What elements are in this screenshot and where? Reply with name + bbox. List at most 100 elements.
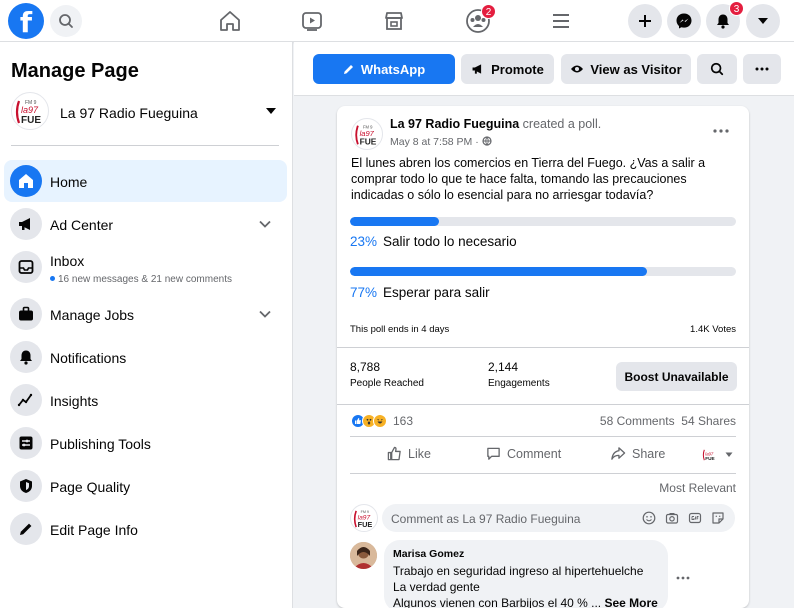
- pencil-icon: [10, 513, 42, 545]
- sidebar-item-publishing-tools[interactable]: Publishing Tools: [4, 422, 287, 464]
- post-header: La 97 Radio Fueguina created a poll.: [390, 117, 601, 131]
- insights-icon: [10, 384, 42, 416]
- divider: [337, 404, 749, 405]
- la97-logo: la97 FUE: [702, 449, 715, 462]
- sidebar-item-label: Ad Center: [50, 217, 114, 233]
- poll-votes[interactable]: 1.4K Votes: [690, 324, 736, 335]
- people-reached-count: 8,788: [350, 360, 381, 374]
- notifications-button[interactable]: 3: [706, 1, 744, 38]
- sidebar-item-ad-center[interactable]: Ad Center: [4, 203, 287, 245]
- search-icon: [710, 62, 724, 76]
- messenger-button[interactable]: [667, 4, 701, 38]
- comment-input-tools: [642, 511, 725, 525]
- sidebar-item-manage-jobs[interactable]: Manage Jobs: [4, 293, 287, 335]
- page-switcher-caret[interactable]: [266, 108, 276, 114]
- engagements-count: 2,144: [488, 360, 519, 374]
- commenter-name[interactable]: Marisa Gomez: [393, 548, 464, 560]
- sidebar-item-label: Publishing Tools: [50, 436, 151, 452]
- sidebar-item-home[interactable]: Home: [4, 160, 287, 202]
- comment-sort-selector[interactable]: Most Relevant: [659, 481, 736, 495]
- sidebar-item-label: Notifications: [50, 350, 127, 366]
- poll-option-1[interactable]: 23% Salir todo lo necesario: [350, 234, 517, 249]
- search-button[interactable]: [50, 5, 82, 37]
- whatsapp-button[interactable]: WhatsApp: [313, 54, 455, 84]
- camera-icon[interactable]: [665, 511, 679, 525]
- comment-text-line: Algunos vienen con Barbijos el 40 % ... …: [393, 596, 658, 608]
- svg-text:la97: la97: [705, 451, 714, 456]
- comment-button[interactable]: Comment: [486, 446, 561, 461]
- commenter-avatar[interactable]: [350, 542, 377, 569]
- sidebar-item-label: Home: [50, 174, 88, 190]
- view-as-visitor-button[interactable]: View as Visitor: [561, 54, 691, 84]
- unread-dot: [50, 276, 55, 281]
- promote-button[interactable]: Promote: [461, 54, 554, 84]
- comment-input-placeholder: Comment as La 97 Radio Fueguina: [391, 512, 581, 526]
- more-options-button[interactable]: [743, 54, 781, 84]
- sticker-icon[interactable]: [711, 511, 725, 525]
- inbox-summary: 16 new messages & 21 new comments: [50, 274, 232, 285]
- divider: [350, 436, 736, 437]
- comment-icon: [487, 447, 500, 460]
- sidebar-item-inbox[interactable]: Inbox 16 new messages & 21 new comments: [4, 246, 287, 292]
- nav-marketplace[interactable]: [380, 7, 408, 35]
- inbox-icon: [10, 251, 42, 283]
- comment-options-button[interactable]: [676, 568, 690, 583]
- poll-bar-2: [350, 267, 736, 276]
- watch-icon: [302, 12, 322, 31]
- chevron-down-icon[interactable]: [258, 307, 272, 321]
- shares-count[interactable]: 54 Shares: [681, 414, 736, 428]
- sidebar-item-page-quality[interactable]: Page Quality: [4, 465, 287, 507]
- post-author-avatar[interactable]: FM 9 la97 FUE: [351, 118, 383, 150]
- nav-menu[interactable]: [547, 7, 575, 35]
- see-more-link[interactable]: See More: [604, 596, 657, 608]
- create-button[interactable]: [628, 4, 662, 38]
- reactions-summary[interactable]: 163: [351, 414, 413, 428]
- share-button[interactable]: Share: [610, 446, 665, 461]
- account-menu-button[interactable]: [746, 4, 780, 38]
- like-label: Like: [408, 446, 431, 461]
- search-page-button[interactable]: [697, 54, 737, 84]
- sidebar-divider: [11, 145, 279, 146]
- sidebar-item-edit-page-info[interactable]: Edit Page Info: [4, 508, 287, 550]
- shield-icon: [10, 470, 42, 502]
- post-as-selector[interactable]: la97 FUE: [701, 446, 733, 464]
- emoji-icon[interactable]: [642, 511, 656, 525]
- poll-fill-1: [350, 217, 439, 226]
- page-name[interactable]: La 97 Radio Fueguina: [60, 105, 198, 121]
- sidebar-item-label: Manage Jobs: [50, 307, 135, 323]
- la97-logo: FM 9 la97 FUE: [355, 124, 377, 146]
- sidebar-title: Manage Page: [11, 60, 139, 82]
- poll-option-label: Esperar para salir: [383, 285, 490, 300]
- megaphone-icon: [472, 64, 482, 74]
- nav-groups[interactable]: 2: [464, 4, 496, 35]
- post-timestamp[interactable]: May 8 at 7:58 PM ·: [390, 136, 479, 148]
- facebook-logo[interactable]: f: [8, 3, 44, 39]
- poll-option-pct: 23%: [350, 234, 378, 249]
- comments-count[interactable]: 58 Comments: [600, 414, 675, 428]
- page-action-bar: WhatsApp Promote View as Visitor: [294, 42, 794, 96]
- comment-input[interactable]: Comment as La 97 Radio Fueguina: [382, 504, 735, 532]
- poll-fill-2: [350, 267, 648, 276]
- divider: [350, 473, 736, 474]
- poll-bar-1: [350, 217, 736, 226]
- gif-icon[interactable]: [688, 511, 702, 525]
- caret-down-icon: [758, 18, 768, 24]
- plus-icon: [639, 15, 651, 27]
- post-options-button[interactable]: [713, 120, 729, 136]
- boost-unavailable-button[interactable]: Boost Unavailable: [616, 362, 737, 391]
- people-reached-label: People Reached: [350, 378, 424, 389]
- post-author-name[interactable]: La 97 Radio Fueguina: [390, 117, 519, 131]
- like-button[interactable]: Like: [387, 446, 431, 461]
- sidebar-item-insights[interactable]: Insights: [4, 379, 287, 421]
- chevron-down-icon[interactable]: [258, 217, 272, 231]
- post-text: El lunes abren los comercios en Tierra d…: [351, 156, 706, 202]
- poll-option-2[interactable]: 77% Esperar para salir: [350, 285, 490, 300]
- poll-ends-text: This poll ends in 4 days: [350, 324, 450, 335]
- poll-option-label: Salir todo lo necesario: [383, 234, 517, 249]
- page-avatar[interactable]: FM 9 la97 FUE: [11, 92, 49, 130]
- caret-down-icon: [725, 452, 733, 457]
- nav-watch[interactable]: [298, 7, 326, 35]
- nav-home[interactable]: [216, 7, 244, 35]
- svg-text:la97: la97: [21, 105, 39, 115]
- sidebar-item-notifications[interactable]: Notifications: [4, 336, 287, 378]
